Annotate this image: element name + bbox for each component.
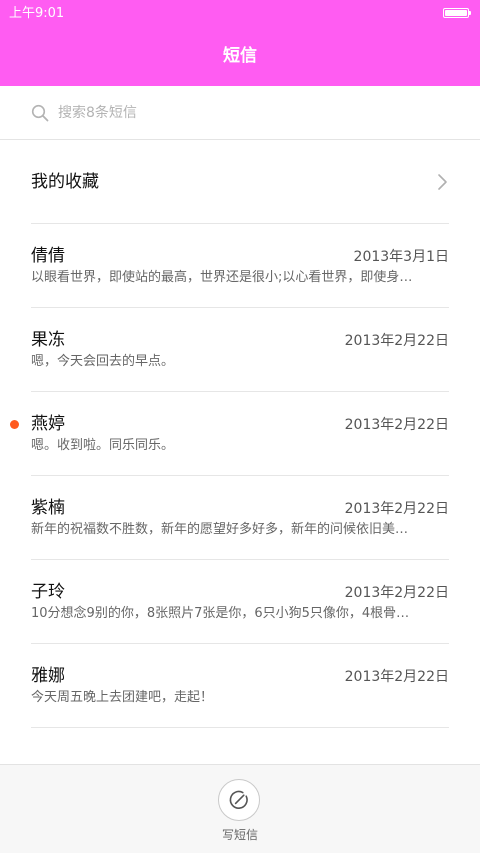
divider <box>31 223 449 224</box>
chevron-right-icon <box>438 174 447 190</box>
contact-name: 燕婷 <box>31 414 65 434</box>
message-date: 2013年3月1日 <box>353 249 449 265</box>
conversation-item[interactable]: 紫楠 2013年2月22日 新年的祝福数不胜数，新年的愿望好多好多，新年的问候依… <box>0 475 480 559</box>
divider <box>31 643 449 644</box>
favorites-label: 我的收藏 <box>31 172 99 192</box>
app-header: 上午9:01 短信 <box>0 0 480 86</box>
message-date: 2013年2月22日 <box>344 585 449 601</box>
message-preview: 今天周五晚上去团建吧，走起！ <box>31 690 214 705</box>
contact-name: 倩倩 <box>31 246 65 266</box>
conversation-item[interactable]: 子玲 2013年2月22日 10分想念9别的你，8张照片7张是你，6只小狗5只像… <box>0 559 480 643</box>
battery-level <box>445 10 467 16</box>
divider <box>31 559 449 560</box>
status-bar: 上午9:01 <box>0 0 480 28</box>
battery-icon <box>443 8 469 18</box>
favorites-row[interactable]: 我的收藏 <box>0 141 480 223</box>
divider <box>31 307 449 308</box>
page-title: 短信 <box>223 46 257 66</box>
message-preview: 新年的祝福数不胜数，新年的愿望好多好多，新年的问候依旧美… <box>31 522 409 537</box>
compose-label: 写短信 <box>221 828 258 842</box>
conversation-item[interactable]: 燕婷 2013年2月22日 嗯。收到啦。同乐同乐。 <box>0 391 480 475</box>
message-preview: 以眼看世界，即使站的最高，世界还是很小;以心看世界，即使身… <box>31 270 413 285</box>
compose-button[interactable]: 写短信 <box>190 765 290 854</box>
unread-dot <box>10 420 19 429</box>
message-date: 2013年2月22日 <box>344 669 449 685</box>
compose-circle <box>218 779 260 821</box>
message-preview: 嗯，今天会回去的早点。 <box>31 354 175 369</box>
message-preview: 10分想念9别的你，8张照片7张是你，6只小狗5只像你，4根骨… <box>31 606 410 621</box>
search-icon <box>31 104 49 122</box>
message-date: 2013年2月22日 <box>344 333 449 349</box>
contact-name: 果冻 <box>31 330 65 350</box>
divider <box>31 475 449 476</box>
compose-icon <box>229 790 248 809</box>
contact-name: 雅娜 <box>31 666 65 686</box>
contact-name: 紫楠 <box>31 498 65 518</box>
search-bar[interactable]: 搜索8条短信 <box>0 86 480 140</box>
contact-name: 子玲 <box>31 582 65 602</box>
message-preview: 嗯。收到啦。同乐同乐。 <box>31 438 175 453</box>
message-date: 2013年2月22日 <box>344 417 449 433</box>
message-date: 2013年2月22日 <box>344 501 449 517</box>
status-time: 上午9:01 <box>9 6 65 21</box>
battery-tip <box>469 11 471 15</box>
search-input[interactable]: 搜索8条短信 <box>58 104 137 122</box>
bottom-bar: 写短信 <box>0 764 480 853</box>
conversation-item[interactable]: 倩倩 2013年3月1日 以眼看世界，即使站的最高，世界还是很小;以心看世界，即… <box>0 223 480 307</box>
conversation-item[interactable]: 果冻 2013年2月22日 嗯，今天会回去的早点。 <box>0 307 480 391</box>
divider <box>31 727 449 728</box>
conversation-item[interactable]: 雅娜 2013年2月22日 今天周五晚上去团建吧，走起！ <box>0 643 480 727</box>
divider <box>31 391 449 392</box>
